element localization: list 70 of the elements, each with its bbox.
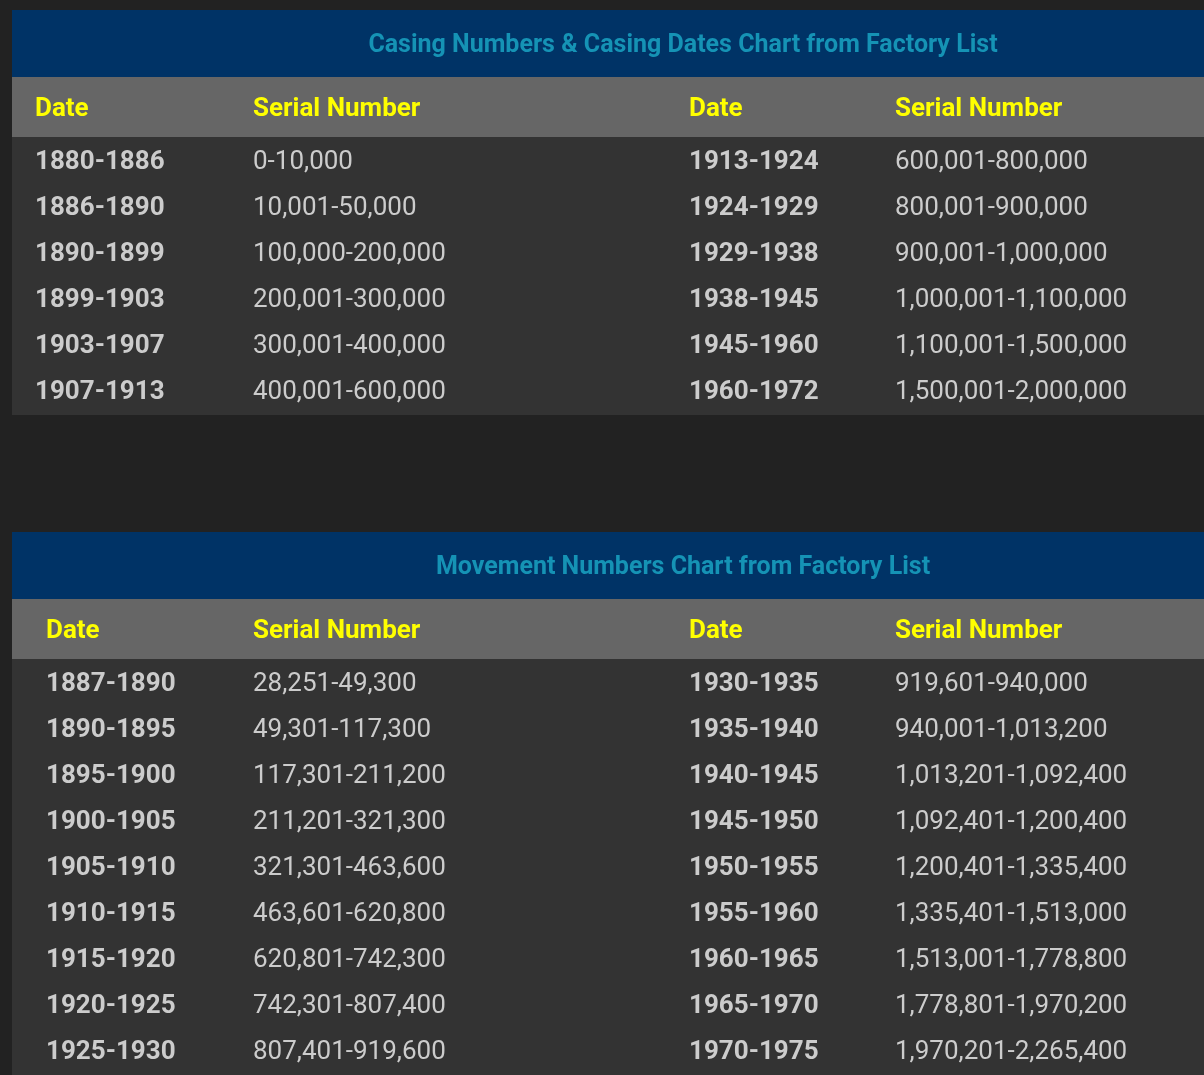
table-cell-text: 1945-1960	[689, 327, 820, 361]
column-header: Date	[689, 612, 744, 646]
table-cell-text: 49,301-117,300	[253, 711, 433, 745]
table-cell-text: 1890-1895	[46, 711, 177, 745]
table-cell-text: 900,001-1,000,000	[895, 235, 1109, 269]
table-cell-text: 1,778,801-1,970,200	[895, 987, 1129, 1021]
table-cell-text: 1910-1915	[46, 895, 177, 929]
table-cell-text: 1950-1955	[689, 849, 820, 883]
table-cell-text: 1,013,201-1,092,400	[895, 757, 1129, 791]
table-cell-text: 1970-1975	[689, 1033, 820, 1067]
table-cell-text: 807,401-919,600	[253, 1033, 447, 1067]
table-cell-text: 300,001-400,000	[253, 327, 447, 361]
table-cell-text: 919,601-940,000	[895, 665, 1089, 699]
table-cell-text: 620,801-742,300	[253, 941, 447, 975]
table-cell-text: 1907-1913	[35, 373, 166, 407]
table-cell-text: 1,092,401-1,200,400	[895, 803, 1129, 837]
table-cell-text: 1890-1899	[35, 235, 166, 269]
column-header: Serial Number	[895, 612, 1064, 646]
table-cell-text: 1915-1920	[46, 941, 177, 975]
table-cell-text: 1913-1924	[689, 143, 820, 177]
table-cell-text: 1965-1970	[689, 987, 820, 1021]
table-cell-text: 1924-1929	[689, 189, 820, 223]
table-cell-text: 1920-1925	[46, 987, 177, 1021]
table-cell-text: 1900-1905	[46, 803, 177, 837]
table-cell-text: 1886-1890	[35, 189, 166, 223]
table-cell-text: 0-10,000	[253, 143, 354, 177]
table-cell-text: 1930-1935	[689, 665, 820, 699]
table-cell-text: 1905-1910	[46, 849, 177, 883]
table-cell-text: 1,000,001-1,100,000	[895, 281, 1129, 315]
table-cell-text: 400,001-600,000	[253, 373, 447, 407]
column-header: Serial Number	[253, 90, 422, 124]
table-cell-text: 1925-1930	[46, 1033, 177, 1067]
table-cell-text: 117,301-211,200	[253, 757, 447, 791]
table-cell-text: 1880-1886	[35, 143, 166, 177]
table-cell-text: 1960-1972	[689, 373, 820, 407]
table-title: Casing Numbers & Casing Dates Chart from Factory List	[368, 27, 998, 60]
table-cell-text: 10,001-50,000	[253, 189, 418, 223]
table-cell-text: 1929-1938	[689, 235, 820, 269]
table-cell-text: 321,301-463,600	[253, 849, 447, 883]
table-cell-text: 1,200,401-1,335,400	[895, 849, 1129, 883]
table-cell-text: 1903-1907	[35, 327, 166, 361]
table-cell-text: 1,100,001-1,500,000	[895, 327, 1129, 361]
table-cell-text: 600,001-800,000	[895, 143, 1089, 177]
table-cell-text: 1895-1900	[46, 757, 177, 791]
table-cell-text: 200,001-300,000	[253, 281, 447, 315]
table-cell-text: 1887-1890	[46, 665, 177, 699]
table-cell-text: 1,970,201-2,265,400	[895, 1033, 1129, 1067]
table-cell-text: 1,513,001-1,778,800	[895, 941, 1129, 975]
column-header: Date	[46, 612, 101, 646]
table-cell-text: 1960-1965	[689, 941, 820, 975]
table-cell-text: 1938-1945	[689, 281, 820, 315]
column-header: Serial Number	[253, 612, 422, 646]
table-cell-text: 211,201-321,300	[253, 803, 447, 837]
table-cell-text: 1,500,001-2,000,000	[895, 373, 1129, 407]
column-header: Date	[35, 90, 90, 124]
table-cell-text: 28,251-49,300	[253, 665, 418, 699]
table-cell-text: 100,000-200,000	[253, 235, 447, 269]
column-header: Date	[689, 90, 744, 124]
table-cell-text: 1935-1940	[689, 711, 820, 745]
table-cell-text: 1,335,401-1,513,000	[895, 895, 1129, 929]
table-cell-text: 940,001-1,013,200	[895, 711, 1109, 745]
table-cell-text: 800,001-900,000	[895, 189, 1089, 223]
table-cell-text: 1940-1945	[689, 757, 820, 791]
column-header: Serial Number	[895, 90, 1064, 124]
table-cell-text: 463,601-620,800	[253, 895, 447, 929]
table-cell-text: 742,301-807,400	[253, 987, 447, 1021]
table-cell-text: 1899-1903	[35, 281, 166, 315]
table-title: Movement Numbers Chart from Factory List	[435, 549, 931, 582]
table-cell-text: 1955-1960	[689, 895, 820, 929]
table-cell-text: 1945-1950	[689, 803, 820, 837]
